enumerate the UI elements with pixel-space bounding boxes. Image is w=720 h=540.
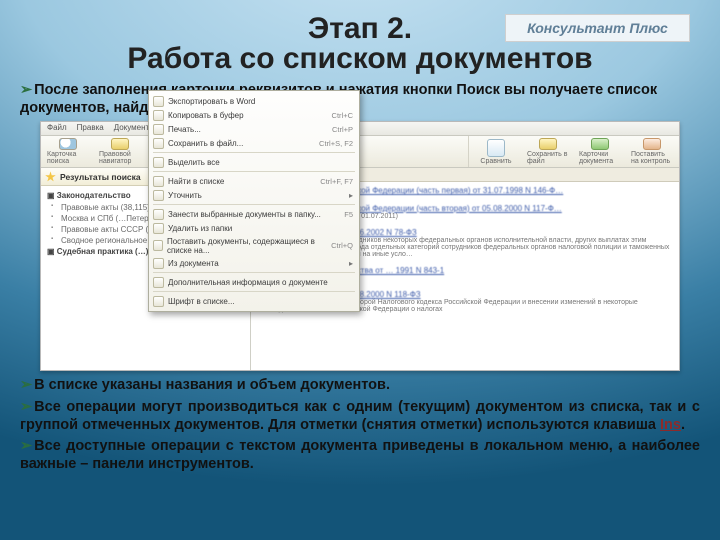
note-2: ➢Все операции могут производиться как с … — [20, 399, 700, 434]
context-menu[interactable]: Экспортировать в WordКопировать в буферC… — [148, 90, 360, 312]
menu-item-icon — [153, 296, 164, 307]
context-menu-item[interactable]: Поставить документы, содержащиеся в спис… — [149, 235, 359, 256]
toolbar-button[interactable]: Карточка поиска — [47, 138, 89, 165]
app-screenshot: ФайлПравкаДокументСервисОкнаПомощьО Комп… — [40, 121, 680, 371]
toolbar-button[interactable]: Сравнить — [475, 138, 517, 165]
toolbar-button[interactable]: Правовой навигатор — [99, 138, 141, 165]
menu-item[interactable]: Правка — [77, 123, 104, 134]
toolbar-button[interactable]: Сохранить в файл — [527, 138, 569, 165]
toolbar-icon — [539, 138, 557, 150]
menu-item-icon — [153, 110, 164, 121]
menubar[interactable]: ФайлПравкаДокументСервисОкнаПомощьО Комп… — [41, 122, 679, 136]
context-menu-item[interactable]: Экспортировать в Word — [149, 94, 359, 108]
context-menu-item[interactable]: Уточнить▸ — [149, 188, 359, 202]
context-menu-item[interactable]: Дополнительная информация о документе — [149, 275, 359, 289]
context-menu-item[interactable]: Сохранить в файл...Ctrl+S, F2 — [149, 136, 359, 150]
context-menu-item[interactable]: Найти в спискеCtrl+F, F7 — [149, 174, 359, 188]
toolbar-icon — [111, 138, 129, 150]
ins-key: Ins — [660, 417, 681, 433]
menu-item-icon — [153, 209, 164, 220]
menu-item[interactable]: Файл — [47, 123, 67, 134]
context-menu-item[interactable]: Шрифт в списке... — [149, 294, 359, 308]
context-menu-item[interactable]: Копировать в буферCtrl+C — [149, 108, 359, 122]
bullet-icon: ➢ — [20, 82, 34, 98]
menu-item-icon — [153, 96, 164, 107]
context-menu-item[interactable]: Из документа▸ — [149, 256, 359, 270]
menu-item[interactable]: Документ — [114, 123, 150, 134]
menu-item-icon — [153, 124, 164, 135]
toolbar-icon — [487, 139, 505, 157]
brand-box: Консультант Плюс — [505, 14, 690, 42]
menu-item-icon — [153, 277, 164, 288]
menu-item-icon — [153, 176, 164, 187]
toolbar-icon — [591, 138, 609, 150]
menu-item-icon — [153, 190, 164, 201]
toolbar-button[interactable]: Поставить на контроль — [631, 138, 673, 165]
bullet-icon: ➢ — [20, 399, 34, 415]
intro-paragraph: ➢После заполнения карточки реквизитов и … — [20, 82, 700, 117]
menu-item-icon — [153, 258, 164, 269]
context-menu-item[interactable]: Выделить все — [149, 155, 359, 169]
slide-title: Работа со списком документов — [20, 42, 700, 76]
toolbar-button[interactable]: Карточки документа — [579, 138, 621, 165]
bullet-icon: ➢ — [20, 438, 34, 454]
toolbar-icon — [643, 138, 661, 150]
context-menu-item[interactable]: Печать...Ctrl+P — [149, 122, 359, 136]
toolbar-icon — [59, 138, 77, 150]
note-1: ➢В списке указаны названия и объем докум… — [20, 377, 700, 395]
note-3: ➢Все доступные операции с текстом докуме… — [20, 438, 700, 473]
menu-item-icon — [153, 157, 164, 168]
bullet-icon: ➢ — [20, 377, 34, 393]
menu-item-icon — [153, 240, 163, 251]
menu-item-icon — [153, 138, 164, 149]
context-menu-item[interactable]: Удалить из папки — [149, 221, 359, 235]
star-icon — [45, 171, 56, 182]
toolbar: Карточка поискаПравовой навигаторКодексы… — [41, 136, 679, 168]
menu-item-icon — [153, 223, 164, 234]
context-menu-item[interactable]: Занести выбранные документы в папку...F5 — [149, 207, 359, 221]
